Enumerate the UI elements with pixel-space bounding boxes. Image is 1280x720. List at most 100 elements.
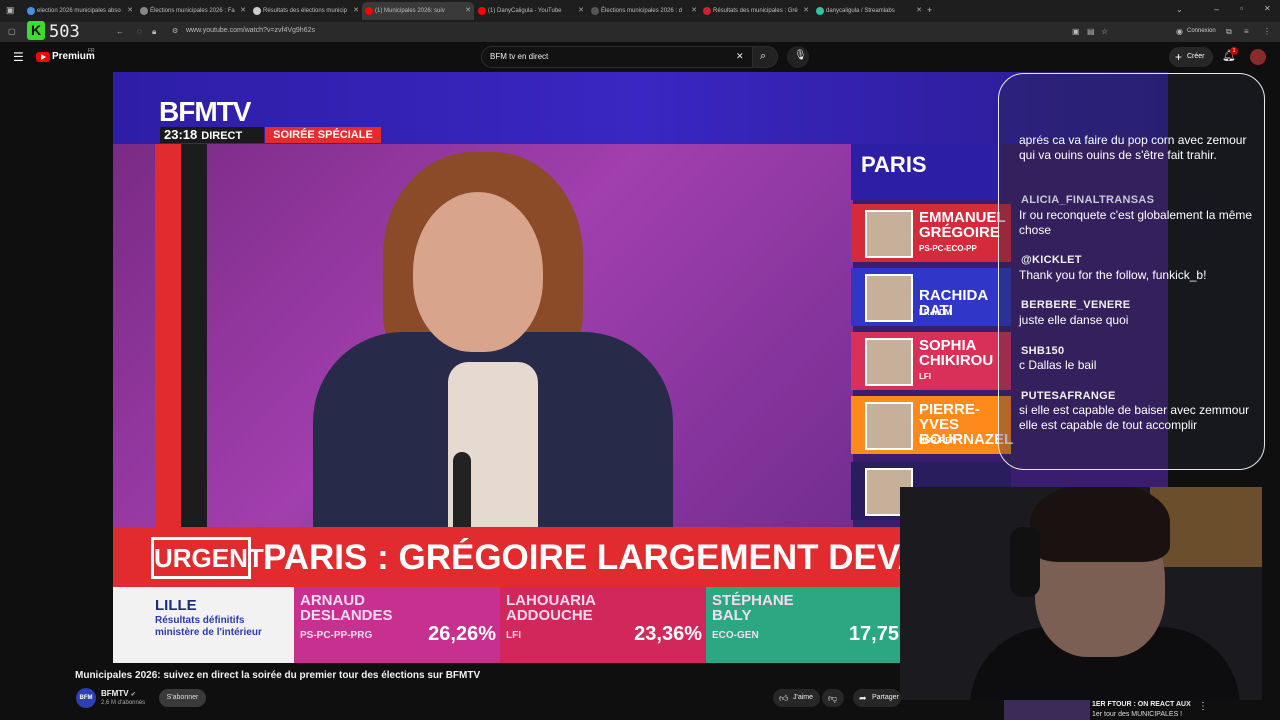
thumbs-down-icon: 👎︎ <box>828 693 838 703</box>
result-percentage: 23,36% <box>634 623 702 645</box>
verified-icon: ✔ <box>130 692 136 698</box>
candidate-row: SOPHIA CHIKIROU LFI <box>851 332 1011 390</box>
browser-tab-active[interactable]: (1) Municipales 2026: suiv ✕ <box>362 2 474 20</box>
tab-favicon-icon <box>27 7 35 15</box>
breaking-headline: PARIS : GRÉGOIRE LARGEMENT DEVANT DATI <box>263 538 903 577</box>
result-cell: ARNAUD DESLANDES PS-PC-PP-PRG 26,26% <box>294 587 500 663</box>
site-settings-icon[interactable]: ⚙ <box>172 26 178 38</box>
close-icon[interactable]: ✕ <box>803 2 809 20</box>
share-icon: ➦ <box>859 693 867 703</box>
region-label: FR <box>88 48 95 54</box>
browser-tab[interactable]: Résultats des élections municip ✕ <box>250 2 362 20</box>
chat-message: Ir ou reconquete c'est globalement la mê… <box>1019 208 1253 237</box>
tab-label: election 2026 municipales abso <box>37 8 121 14</box>
screenshot-icon[interactable]: ▣ <box>1072 26 1080 38</box>
chat-message: Thank you for the follow, funkick_b! <box>1019 268 1207 282</box>
tab-favicon-icon <box>816 7 824 15</box>
search-input[interactable]: BFM tv en direct <box>490 52 548 61</box>
create-button[interactable]: + Créer <box>1169 47 1213 67</box>
tab-favicon-icon <box>478 7 486 15</box>
close-icon[interactable]: ✕ <box>353 2 359 20</box>
direct-label: DIRECT <box>201 130 243 142</box>
create-label: Créer <box>1187 53 1205 60</box>
back-icon[interactable]: ← <box>116 26 124 38</box>
results-strip-subtitle: Résultats définitifs ministère de l'inté… <box>155 615 262 638</box>
result-party: PS-PC-PP-PRG <box>300 630 373 641</box>
window-close-icon[interactable]: ✕ <box>1264 3 1271 15</box>
microphone-stand <box>453 452 471 527</box>
account-label[interactable]: Connexion <box>1187 28 1216 34</box>
menu-icon[interactable]: ⋮ <box>1263 26 1271 38</box>
bfmtv-logo: BFMTV <box>159 96 251 127</box>
search-button[interactable]: ⌕ <box>752 46 778 68</box>
chat-username: BERBERE_VENERE <box>1021 299 1131 311</box>
sidebar-toggle-icon[interactable]: ▢ <box>8 26 16 38</box>
browser-tab[interactable]: Élections municipales 2026 : d ✕ <box>588 2 700 20</box>
close-icon[interactable]: ✕ <box>240 2 246 20</box>
close-icon[interactable]: ✕ <box>465 2 471 20</box>
minimize-icon[interactable]: – <box>1214 3 1219 15</box>
more-options-icon[interactable]: ⋮ <box>1198 701 1208 712</box>
maximize-icon[interactable]: ▫ <box>1240 3 1243 15</box>
dislike-button[interactable]: 👎︎ <box>822 689 844 707</box>
chat-message: juste elle danse quoi <box>1019 313 1129 327</box>
search-box[interactable]: BFM tv en direct ✕ <box>481 46 753 68</box>
lock-icon[interactable]: 🔒︎ <box>152 26 156 38</box>
streamer-hair <box>1030 487 1170 562</box>
browser-tab[interactable]: (1) DanyCaligula - YouTube ✕ <box>475 2 587 20</box>
reader-icon[interactable]: ▤ <box>1087 26 1095 38</box>
share-button[interactable]: ➦ Partager <box>853 689 901 707</box>
urgent-label: URGENT <box>151 537 264 579</box>
url-field[interactable]: www.youtube.com/watch?v=zvf4Vg9h62s <box>186 27 315 34</box>
hamburger-menu-icon[interactable]: ☰ <box>13 50 24 64</box>
share-label: Partager <box>872 694 899 701</box>
chat-username: SHB150 <box>1021 345 1065 357</box>
settings-icon[interactable]: ≡ <box>1244 26 1249 38</box>
tab-label: danycaligula / Streamlabs <box>826 8 895 14</box>
tab-menu-icon[interactable]: ▣ <box>6 4 15 16</box>
avatar[interactable] <box>1250 49 1266 65</box>
browser-tab[interactable]: danycaligula / Streamlabs ✕ <box>813 2 925 20</box>
extensions-icon[interactable]: ⧉ <box>1226 26 1232 38</box>
candidate-photo <box>865 274 913 322</box>
time-label: 23:18 <box>164 127 198 142</box>
browser-tab[interactable]: Élections municipales 2026 : Fa ✕ <box>137 2 249 20</box>
close-icon[interactable]: ✕ <box>691 2 697 20</box>
candidate-row: PIERRE-YVES BOURNAZEL HOR-REN <box>851 396 1013 454</box>
browser-tab[interactable]: Résultats des municipales : Gré ✕ <box>700 2 812 20</box>
account-icon[interactable]: ◉ <box>1176 26 1183 38</box>
close-icon[interactable]: ✕ <box>578 2 584 20</box>
clear-search-icon[interactable]: ✕ <box>736 51 744 62</box>
candidate-party: PS-PC-ECO-PP <box>919 244 977 253</box>
shield-icon[interactable]: ◌ <box>137 26 142 38</box>
search-icon: ⌕ <box>760 50 767 62</box>
channel-name[interactable]: BFMTV ✔ <box>101 689 136 698</box>
browser-tab[interactable]: election 2026 municipales abso ✕ <box>24 2 136 20</box>
broadcast-clock: 23:18 DIRECT <box>160 127 264 143</box>
result-percentage: 26,26% <box>428 623 496 645</box>
tab-label: (1) Municipales 2026: suiv <box>375 8 445 14</box>
result-candidate-name: STÉPHANE BALY <box>712 592 794 624</box>
close-icon[interactable]: ✕ <box>127 2 133 20</box>
subscribe-button[interactable]: S'abonner <box>159 689 206 707</box>
star-icon[interactable]: ☆ <box>1101 26 1108 38</box>
play-glyph-icon <box>41 54 46 60</box>
close-icon[interactable]: ✕ <box>916 2 922 20</box>
new-tab-icon[interactable]: + <box>927 4 932 16</box>
thumbs-up-icon: 👍︎ <box>779 693 789 703</box>
result-percentage: 17,75 <box>848 623 899 645</box>
tab-label: Résultats des municipales : Gré <box>713 8 798 14</box>
candidate-photo <box>865 402 913 450</box>
like-button[interactable]: 👍︎ J'aime <box>773 689 820 707</box>
recommended-video[interactable]: 1ER FTOUR : ON REACT AUX 1er tour des MU… <box>1004 700 1280 720</box>
chat-message: aprés ca va faire du pop corn avec zemou… <box>1019 133 1247 162</box>
voice-search-button[interactable]: 🎙︎ <box>787 46 809 68</box>
address-bar: ▢ ← ◌ 🔒︎ ⚙ www.youtube.com/watch?v=zvf4V… <box>0 22 1280 42</box>
tab-list-icon[interactable]: ⌄ <box>1176 4 1183 16</box>
result-cell: STÉPHANE BALY ECO-GEN 17,75 <box>706 587 903 663</box>
tab-label: Résultats des élections municip <box>263 8 348 14</box>
streamer-webcam <box>900 487 1262 700</box>
chat-username: @KICKLET <box>1021 254 1082 266</box>
tab-label: Élections municipales 2026 : d <box>601 8 683 14</box>
channel-avatar[interactable]: BFM <box>76 688 96 708</box>
